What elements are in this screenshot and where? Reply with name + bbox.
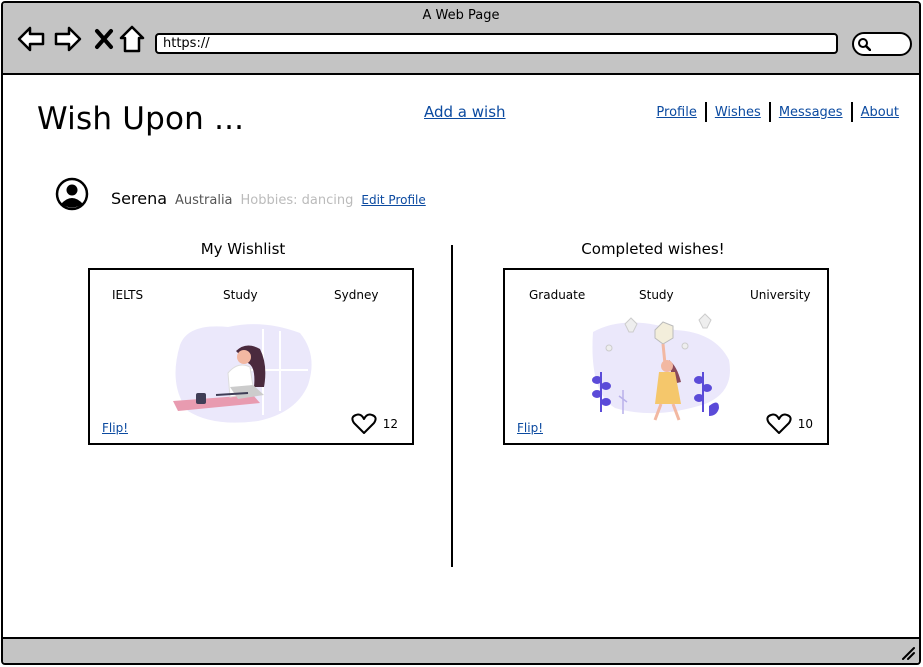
profile-country: Australia	[175, 193, 233, 208]
profile-name: Serena	[111, 189, 168, 208]
wish-tag: University	[750, 288, 811, 302]
search-icon	[858, 38, 871, 51]
heart-icon[interactable]	[766, 413, 792, 435]
add-wish-link[interactable]: Add a wish	[424, 103, 506, 121]
nav-messages-link[interactable]: Messages	[771, 105, 851, 120]
wish-tag: Graduate	[529, 288, 586, 302]
graduation-illustration	[592, 313, 730, 421]
nav-about-link[interactable]: About	[853, 105, 899, 120]
wish-tag: Sydney	[334, 288, 379, 302]
browser-statusbar	[3, 637, 919, 663]
nav-wishes-link[interactable]: Wishes	[707, 105, 769, 120]
like-counter[interactable]: 12	[351, 413, 398, 435]
close-x-icon[interactable]	[89, 24, 119, 54]
wish-tag: Study	[223, 288, 258, 302]
top-navigation: Profile Wishes Messages About	[648, 102, 899, 122]
like-count: 10	[797, 417, 813, 431]
like-count: 12	[382, 417, 398, 431]
wishlist-title: My Wishlist	[200, 240, 286, 258]
browser-window: A Web Page https:// Wish Upon ... Add a …	[1, 1, 921, 665]
heart-icon[interactable]	[351, 413, 377, 435]
site-logo[interactable]: Wish Upon ...	[37, 101, 244, 137]
completed-card[interactable]: Graduate Study University Flip! 10	[503, 268, 829, 445]
wish-tag: Study	[639, 288, 674, 302]
profile-summary: Serena Australia Hobbies: dancing Edit P…	[111, 189, 426, 208]
edit-profile-link[interactable]: Edit Profile	[361, 193, 425, 207]
back-arrow-icon[interactable]	[16, 24, 46, 54]
nav-profile-link[interactable]: Profile	[648, 105, 704, 120]
column-divider	[451, 245, 453, 567]
completed-title: Completed wishes!	[581, 240, 725, 258]
url-input[interactable]: https://	[155, 33, 838, 54]
studying-illustration	[173, 324, 312, 423]
resize-handle-icon[interactable]	[899, 644, 915, 660]
forward-arrow-icon[interactable]	[53, 24, 83, 54]
browser-search-box[interactable]	[852, 32, 912, 56]
home-icon[interactable]	[117, 24, 147, 54]
browser-titlebar: A Web Page https://	[3, 3, 919, 75]
window-title: A Web Page	[422, 8, 500, 23]
wish-tag: IELTS	[112, 288, 144, 302]
profile-hobbies: Hobbies: dancing	[240, 193, 354, 208]
flip-card-link[interactable]: Flip!	[102, 421, 128, 435]
user-avatar-icon	[55, 177, 89, 211]
like-counter[interactable]: 10	[766, 413, 813, 435]
wishlist-card[interactable]: IELTS Study Sydney Flip! 12	[88, 268, 414, 445]
flip-card-link[interactable]: Flip!	[517, 421, 543, 435]
